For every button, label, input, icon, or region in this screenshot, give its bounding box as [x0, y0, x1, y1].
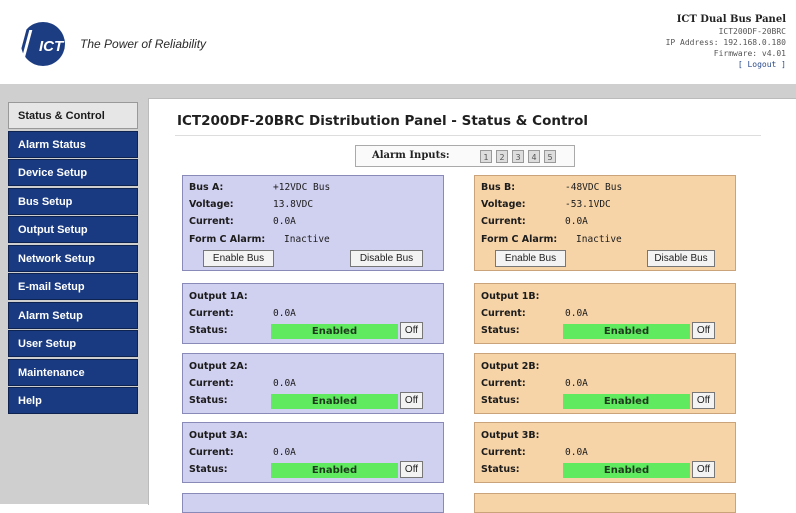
output-2a-status-badge: Enabled	[271, 394, 398, 409]
output-2a-current-value: 0.0A	[273, 378, 296, 389]
header: ICT The Power of Reliability ICT Dual Bu…	[0, 0, 796, 84]
output-2b-current-value: 0.0A	[565, 378, 588, 389]
output-2b-current-label: Current:	[481, 378, 526, 389]
nav-device-setup[interactable]: Device Setup	[8, 159, 138, 186]
disable-bus-b-button[interactable]: Disable Bus	[647, 250, 715, 267]
bus-a-current-label: Current:	[189, 216, 234, 227]
output-1b-panel: Output 1B: Current: 0.0A Status: Enabled…	[474, 283, 736, 344]
bus-b-formc-label: Form C Alarm:	[481, 234, 558, 245]
output-3b-off-button[interactable]: Off	[692, 461, 715, 478]
bus-b-current-label: Current:	[481, 216, 526, 227]
alarm-input-indicator: 4	[528, 150, 540, 163]
output-2a-name: Output 2A:	[189, 361, 248, 372]
output-2b-status-label: Status:	[481, 395, 520, 406]
alarm-input-indicator: 1	[480, 150, 492, 163]
alarm-inputs-box: Alarm Inputs: 1 2 3 4 5	[355, 145, 575, 167]
nav-network-setup[interactable]: Network Setup	[8, 244, 138, 272]
output-3b-name: Output 3B:	[481, 430, 540, 441]
bus-a-formc-value: Inactive	[284, 234, 330, 245]
bus-b-formc-value: Inactive	[576, 234, 622, 245]
nav-maintenance[interactable]: Maintenance	[8, 358, 138, 386]
output-2a-panel: Output 2A: Current: 0.0A Status: Enabled…	[182, 353, 444, 414]
output-3b-status-label: Status:	[481, 464, 520, 475]
output-1a-name: Output 1A:	[189, 291, 248, 302]
enable-bus-a-button[interactable]: Enable Bus	[203, 250, 274, 267]
panel-title: ICT Dual Bus Panel	[676, 14, 786, 25]
output-1a-off-button[interactable]: Off	[400, 322, 423, 339]
output-3a-current-value: 0.0A	[273, 447, 296, 458]
output-3a-name: Output 3A:	[189, 430, 248, 441]
output-2a-status-label: Status:	[189, 395, 228, 406]
disable-bus-a-button[interactable]: Disable Bus	[350, 250, 423, 267]
output-3b-current-label: Current:	[481, 447, 526, 458]
bus-b-panel: Bus B: -48VDC Bus Voltage: -53.1VDC Curr…	[474, 175, 736, 271]
output-1b-current-value: 0.0A	[565, 308, 588, 319]
bus-b-current-value: 0.0A	[565, 216, 588, 227]
output-1a-status-badge: Enabled	[271, 324, 398, 339]
title-divider	[175, 135, 761, 136]
alarm-input-indicator: 3	[512, 150, 524, 163]
page-title: ICT200DF-20BRC Distribution Panel - Stat…	[177, 113, 588, 129]
sidebar-nav: Status & Control Alarm Status Device Set…	[8, 102, 138, 416]
bus-a-panel: Bus A: +12VDC Bus Voltage: 13.8VDC Curre…	[182, 175, 444, 271]
output-1b-current-label: Current:	[481, 308, 526, 319]
nav-alarm-setup[interactable]: Alarm Setup	[8, 301, 138, 329]
bus-a-voltage-value: 13.8VDC	[273, 199, 314, 210]
output-2b-off-button[interactable]: Off	[692, 392, 715, 409]
output-3a-status-badge: Enabled	[271, 463, 398, 478]
bus-b-voltage-value: -53.1VDC	[565, 199, 611, 210]
output-3a-off-button[interactable]: Off	[400, 461, 423, 478]
nav-email-setup[interactable]: E-mail Setup	[8, 273, 138, 300]
nav-user-setup[interactable]: User Setup	[8, 330, 138, 357]
output-2b-status-badge: Enabled	[563, 394, 690, 409]
bus-a-formc-label: Form C Alarm:	[189, 234, 266, 245]
bus-b-type: -48VDC Bus	[565, 182, 623, 193]
output-1b-status-label: Status:	[481, 325, 520, 336]
output-2b-name: Output 2B:	[481, 361, 540, 372]
ict-logo-icon: ICT	[14, 22, 65, 66]
nav-alarm-status[interactable]: Alarm Status	[8, 130, 138, 158]
logout-link[interactable]: [ Logout ]	[666, 59, 786, 70]
nav-help[interactable]: Help	[8, 387, 138, 414]
output-4b-panel	[474, 493, 736, 513]
nav-status-control[interactable]: Status & Control	[8, 102, 138, 129]
tagline: The Power of Reliability	[80, 37, 207, 51]
device-info: ICT Dual Bus Panel ICT200DF-20BRC IP Add…	[666, 14, 786, 70]
output-1b-name: Output 1B:	[481, 291, 540, 302]
nav-bus-setup[interactable]: Bus Setup	[8, 187, 138, 215]
alarm-inputs-label: Alarm Inputs:	[372, 150, 450, 161]
ip-text: IP Address: 192.168.0.180	[665, 38, 786, 47]
bus-a-name: Bus A:	[189, 182, 224, 193]
model-text: ICT200DF-20BRC	[718, 27, 786, 36]
output-1a-current-value: 0.0A	[273, 308, 296, 319]
output-1b-status-badge: Enabled	[563, 324, 690, 339]
svg-text:ICT: ICT	[39, 38, 65, 55]
nav-output-setup[interactable]: Output Setup	[8, 216, 138, 243]
output-1b-off-button[interactable]: Off	[692, 322, 715, 339]
bus-a-type: +12VDC Bus	[273, 182, 331, 193]
main-content: ICT200DF-20BRC Distribution Panel - Stat…	[148, 98, 796, 513]
output-1a-panel: Output 1A: Current: 0.0A Status: Enabled…	[182, 283, 444, 344]
output-2a-off-button[interactable]: Off	[400, 392, 423, 409]
bus-b-voltage-label: Voltage:	[481, 199, 526, 210]
alarm-input-indicator: 5	[544, 150, 556, 163]
bus-a-current-value: 0.0A	[273, 216, 296, 227]
output-3a-current-label: Current:	[189, 447, 234, 458]
output-4a-panel	[182, 493, 444, 513]
output-1a-status-label: Status:	[189, 325, 228, 336]
alarm-input-indicator: 2	[496, 150, 508, 163]
output-3b-current-value: 0.0A	[565, 447, 588, 458]
output-1a-current-label: Current:	[189, 308, 234, 319]
firmware-text: Firmware: v4.01	[713, 49, 786, 58]
bus-b-name: Bus B:	[481, 182, 516, 193]
enable-bus-b-button[interactable]: Enable Bus	[495, 250, 566, 267]
output-3a-panel: Output 3A: Current: 0.0A Status: Enabled…	[182, 422, 444, 483]
output-2b-panel: Output 2B: Current: 0.0A Status: Enabled…	[474, 353, 736, 414]
output-3b-status-badge: Enabled	[563, 463, 690, 478]
output-3b-panel: Output 3B: Current: 0.0A Status: Enabled…	[474, 422, 736, 483]
bus-a-voltage-label: Voltage:	[189, 199, 234, 210]
output-3a-status-label: Status:	[189, 464, 228, 475]
output-2a-current-label: Current:	[189, 378, 234, 389]
